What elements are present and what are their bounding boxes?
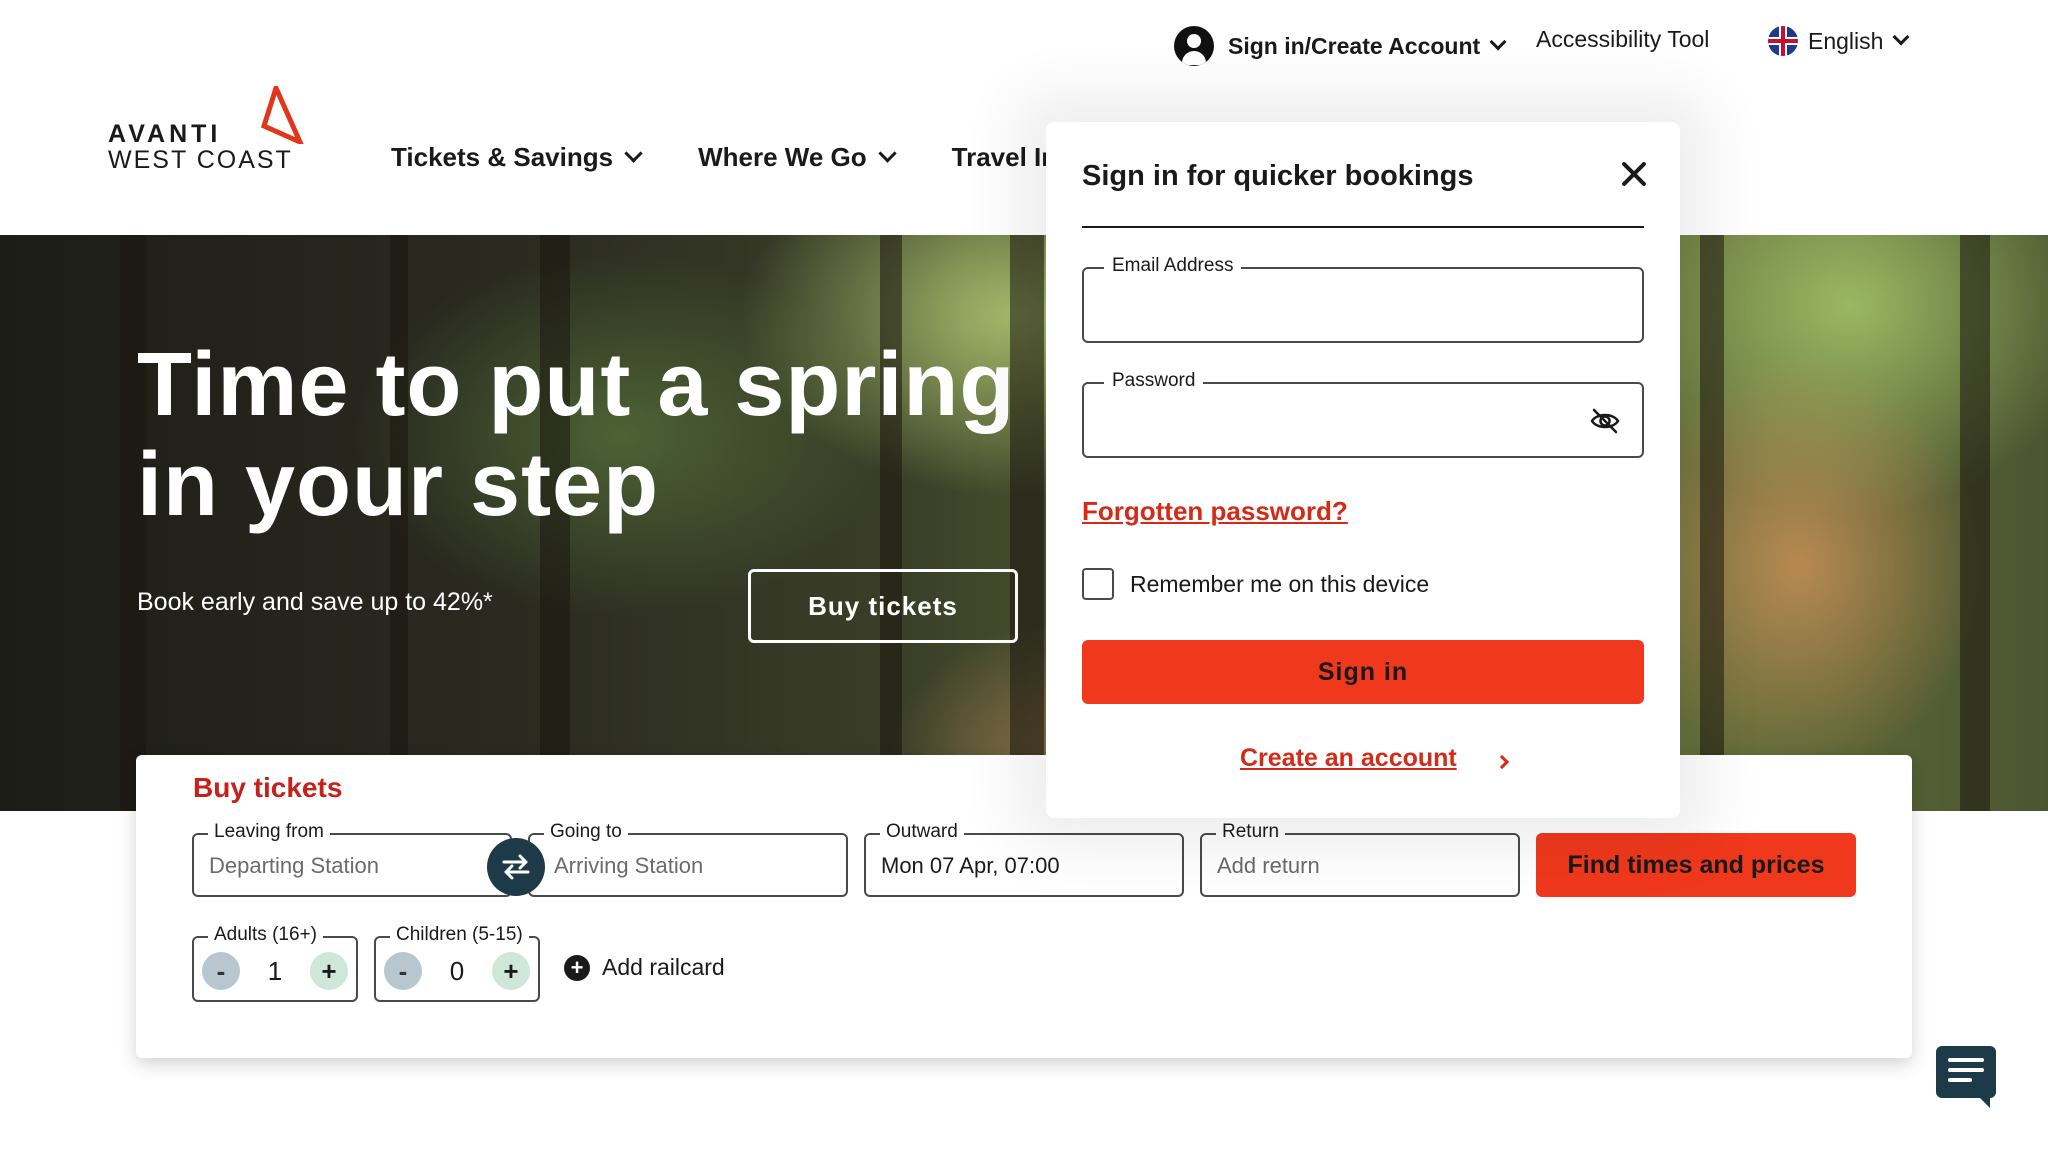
hero-buy-tickets-button[interactable]: Buy tickets bbox=[748, 569, 1018, 643]
hero-banner: Time to put a spring in your step Book e… bbox=[0, 235, 2048, 811]
field-label: Going to bbox=[544, 821, 628, 843]
find-times-prices-button[interactable]: Find times and prices bbox=[1536, 833, 1856, 897]
return-date-placeholder: Add return bbox=[1217, 853, 1320, 878]
children-increment-button[interactable]: + bbox=[492, 952, 530, 990]
logo-text-line1: AVANTI bbox=[108, 120, 222, 148]
children-stepper: Children (5-15) - 0 + bbox=[374, 924, 540, 1002]
field-label: Password bbox=[1104, 370, 1204, 392]
eye-slash-icon[interactable] bbox=[1590, 408, 1620, 434]
signin-button[interactable]: Sign in bbox=[1082, 640, 1644, 704]
plus-circle-icon: + bbox=[564, 954, 590, 981]
adults-increment-button[interactable]: + bbox=[310, 952, 348, 990]
nav-item-label: Where We Go bbox=[698, 142, 867, 172]
chevron-right-icon bbox=[1494, 754, 1509, 769]
utility-bar: Sign in/Create Account Accessibility Too… bbox=[0, 0, 2048, 90]
chat-button[interactable] bbox=[1936, 1046, 1996, 1108]
hero-image-tree bbox=[1700, 235, 1724, 811]
email-input[interactable] bbox=[1100, 289, 1570, 323]
outward-date-value: Mon 07 Apr, 07:00 bbox=[881, 853, 1060, 878]
going-to-placeholder: Arriving Station bbox=[554, 853, 704, 878]
field-label: Adults (16+) bbox=[208, 924, 323, 946]
field-label: Leaving from bbox=[208, 821, 330, 843]
add-railcard-button[interactable]: + Add railcard bbox=[564, 954, 725, 981]
field-label: Children (5-15) bbox=[390, 924, 529, 946]
field-label: Email Address bbox=[1104, 255, 1242, 277]
signin-link-label: Sign in/Create Account bbox=[1228, 32, 1481, 59]
close-icon[interactable] bbox=[1616, 156, 1652, 192]
leaving-from-field[interactable]: Leaving from Departing Station bbox=[192, 821, 512, 897]
signin-popover-title: Sign in for quicker bookings bbox=[1082, 160, 1474, 192]
nav-where-we-go[interactable]: Where We Go bbox=[698, 142, 897, 173]
accessibility-tool-label: Accessibility Tool bbox=[1536, 26, 1710, 52]
booking-title: Buy tickets bbox=[193, 772, 343, 803]
remember-me-checkbox[interactable] bbox=[1082, 568, 1114, 600]
accessibility-tool-link[interactable]: Accessibility Tool bbox=[1536, 26, 1709, 53]
language-selector[interactable]: English bbox=[1768, 26, 1910, 56]
create-account-link[interactable]: Create an account bbox=[1240, 744, 1509, 773]
swap-stations-button[interactable] bbox=[487, 838, 545, 896]
chevron-down-icon bbox=[1892, 28, 1910, 46]
nav-tickets-savings[interactable]: Tickets & Savings bbox=[391, 142, 643, 173]
signin-create-account-link[interactable]: Sign in/Create Account bbox=[1174, 26, 1507, 66]
email-field[interactable]: Email Address bbox=[1082, 255, 1644, 343]
main-nav: Tickets & Savings Where We Go Travel In bbox=[391, 142, 1115, 173]
chevron-down-icon bbox=[1489, 33, 1507, 51]
password-input[interactable] bbox=[1100, 404, 1570, 438]
field-label: Outward bbox=[880, 821, 964, 843]
create-account-label: Create an account bbox=[1240, 744, 1457, 772]
forgotten-password-link[interactable]: Forgotten password? bbox=[1082, 496, 1348, 527]
remember-me-row: Remember me on this device bbox=[1082, 568, 1429, 600]
chevron-down-icon bbox=[877, 144, 897, 163]
uk-flag-icon bbox=[1768, 26, 1798, 56]
return-date-field[interactable]: Return Add return bbox=[1200, 821, 1520, 897]
logo-text-line2: WEST COAST bbox=[108, 146, 293, 174]
nav-item-label: Travel In bbox=[951, 142, 1058, 172]
outward-date-field[interactable]: Outward Mon 07 Apr, 07:00 bbox=[864, 821, 1184, 897]
field-label: Return bbox=[1216, 821, 1286, 843]
adults-stepper: Adults (16+) - 1 + bbox=[192, 924, 358, 1002]
add-railcard-label: Add railcard bbox=[602, 954, 725, 980]
remember-me-label: Remember me on this device bbox=[1130, 570, 1430, 597]
nav-item-label: Tickets & Savings bbox=[391, 142, 614, 172]
nav-travel-info[interactable]: Travel In bbox=[952, 142, 1058, 173]
language-label: English bbox=[1808, 27, 1884, 54]
password-field[interactable]: Password bbox=[1082, 370, 1644, 458]
signin-popover: Sign in for quicker bookings Email Addre… bbox=[1046, 122, 1680, 818]
chat-icon bbox=[1936, 1046, 1996, 1108]
swap-arrows-icon bbox=[502, 854, 530, 880]
logo-mark-icon bbox=[260, 86, 304, 144]
leaving-from-placeholder: Departing Station bbox=[209, 853, 379, 878]
hero-image-tree bbox=[1960, 235, 1990, 811]
user-circle-icon bbox=[1174, 26, 1214, 66]
going-to-field[interactable]: Going to Arriving Station bbox=[528, 821, 848, 897]
chevron-down-icon bbox=[624, 144, 643, 163]
divider bbox=[1082, 226, 1644, 228]
hero-subtitle: Book early and save up to 42%* bbox=[137, 588, 493, 616]
avanti-west-coast-logo[interactable]: AVANTI WEST COAST bbox=[108, 86, 308, 176]
